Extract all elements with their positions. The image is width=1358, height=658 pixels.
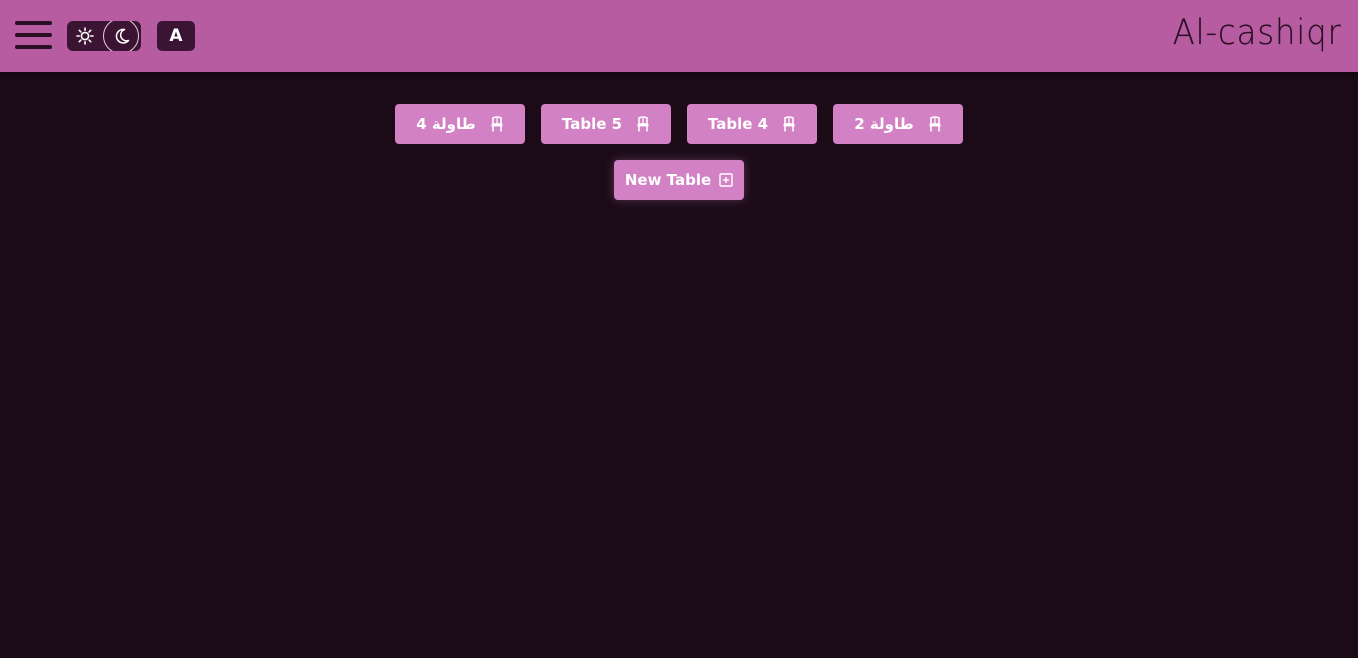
theme-toggle[interactable] <box>67 21 141 51</box>
table-button[interactable]: طاولة 4 <box>395 104 525 144</box>
chair-icon <box>491 116 503 132</box>
table-button[interactable]: طاولة 2 <box>833 104 963 144</box>
app-logo: Al-cashiqr <box>1172 13 1342 53</box>
table-label: طاولة 4 <box>416 115 476 133</box>
table-label: Table 5 <box>561 115 623 133</box>
table-button[interactable]: Table 5 <box>541 104 671 144</box>
plus-square-icon <box>719 173 733 187</box>
tables-list: طاولة 4 Table 5 Table 4 طاولة 2 <box>395 104 963 144</box>
new-table-button[interactable]: New Table <box>614 160 744 200</box>
hamburger-line <box>15 33 52 37</box>
chair-icon <box>783 116 795 132</box>
table-button[interactable]: Table 4 <box>687 104 817 144</box>
top-header: A Al-cashiqr <box>0 0 1358 72</box>
table-label: Table 4 <box>707 115 769 133</box>
new-table-label: New Table <box>624 171 712 189</box>
hamburger-line <box>15 45 52 49</box>
chair-icon <box>929 116 941 132</box>
sun-icon <box>76 27 94 45</box>
hamburger-line <box>15 21 52 25</box>
chair-icon <box>637 116 649 132</box>
language-toggle-button[interactable]: A <box>157 21 195 51</box>
moon-icon <box>115 28 130 44</box>
table-label: طاولة 2 <box>854 115 914 133</box>
hamburger-menu-icon[interactable] <box>15 19 52 52</box>
